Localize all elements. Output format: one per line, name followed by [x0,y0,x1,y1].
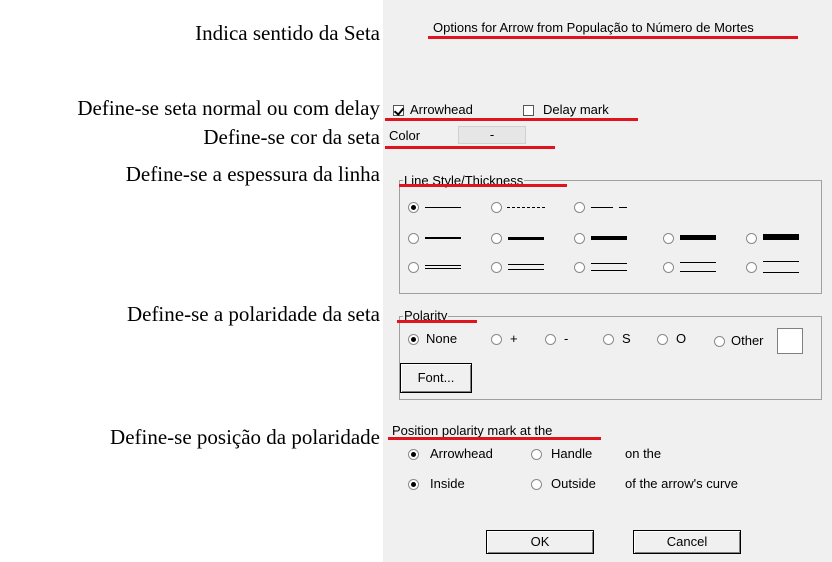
delay-mark-label: Delay mark [543,102,609,117]
font-button[interactable]: Font... [400,363,472,393]
cancel-button-label: Cancel [666,534,708,549]
line-style-dotted-radio[interactable] [491,202,502,213]
line-style-dashed-radio[interactable] [574,202,585,213]
polarity-other-label: Other [731,333,764,348]
annotation-polarity: Define-se a polaridade da seta [126,302,380,326]
line-sample-dotted [507,207,545,208]
line-sample-thick-4 [680,235,716,240]
line-sample-double-5b [763,272,799,273]
annotation-line-thickness: Define-se a espessura da linha [125,162,380,186]
font-button-label: Font... [417,370,455,385]
line-thickness-4-radio[interactable] [663,233,674,244]
cancel-button[interactable]: Cancel [633,530,741,554]
polarity-none-radio[interactable] [408,334,419,345]
title-highlight [428,36,798,39]
line-double-2-radio[interactable] [491,262,502,273]
ok-button[interactable]: OK [486,530,594,554]
polarity-s-label: S [622,331,631,346]
polarity-o-label: O [676,331,687,346]
line-sample-double-1b [425,268,461,269]
line-sample-double-4a [680,262,716,263]
position-highlight [388,437,601,440]
polarity-plus-label: + [510,331,518,346]
color-label: Color [389,128,421,143]
line-sample-double-5a [763,261,799,262]
position-arrowhead-label: Arrowhead [430,446,493,461]
line-double-1-radio[interactable] [408,262,419,273]
arrow-options-dialog: Options for Arrow from População to Núme… [383,0,832,562]
line-sample-double-4b [680,271,716,272]
annotation-arrow-color: Define-se cor da seta [203,125,380,149]
position-outside-radio[interactable] [531,479,542,490]
line-sample-double-3a [591,263,627,264]
line-sample-thick-5 [763,234,799,240]
line-thickness-3-radio[interactable] [574,233,585,244]
arrowhead-checkbox[interactable] [393,105,404,116]
position-legend: Position polarity mark at the [392,423,553,438]
position-arrowhead-radio[interactable] [408,449,419,460]
line-double-4-radio[interactable] [663,262,674,273]
color-picker[interactable]: - [458,126,526,144]
position-handle-label: Handle [551,446,593,461]
line-sample-double-3b [591,270,627,271]
polarity-other-input[interactable] [777,328,803,354]
polarity-o-radio[interactable] [657,334,668,345]
polarity-minus-label: - [564,331,569,346]
annotation-arrow-direction: Indica sentido da Seta [195,21,380,45]
polarity-plus-radio[interactable] [491,334,502,345]
line-sample-double-2a [508,264,544,265]
arrowhead-highlight [385,118,638,121]
line-sample-double-2b [508,269,544,270]
position-inside-radio[interactable] [408,479,419,490]
delay-mark-checkbox[interactable] [523,105,534,116]
arrowhead-label: Arrowhead [410,102,473,117]
position-on-the-text: on the [625,446,662,461]
color-highlight [385,146,555,149]
line-style-highlight [399,184,567,187]
line-sample-thick-1 [425,237,461,239]
line-sample-thick-2 [508,237,544,240]
line-thickness-1-radio[interactable] [408,233,419,244]
line-sample-double-1a [425,265,461,266]
line-sample-thick-3 [591,236,627,240]
ok-button-label: OK [530,534,550,549]
annotation-polarity-position: Define-se posição da polaridade [110,425,380,449]
annotation-normal-or-delay: Define-se seta normal ou com delay [77,96,380,120]
line-thickness-5-radio[interactable] [746,233,757,244]
position-inside-label: Inside [430,476,465,491]
position-outside-label: Outside [551,476,596,491]
color-value: - [489,127,495,142]
polarity-other-radio[interactable] [714,336,725,347]
polarity-highlight [397,320,477,323]
dialog-title: Options for Arrow from População to Núme… [433,20,754,35]
line-double-3-radio[interactable] [574,262,585,273]
line-style-thin-solid-radio[interactable] [408,202,419,213]
polarity-minus-radio[interactable] [545,334,556,345]
line-sample-dashed-b [619,207,627,208]
line-double-5-radio[interactable] [746,262,757,273]
line-sample-dashed-a [591,207,613,208]
position-curve-text: of the arrow's curve [625,476,739,491]
polarity-none-label: None [426,331,458,346]
polarity-s-radio[interactable] [603,334,614,345]
line-thickness-2-radio[interactable] [491,233,502,244]
line-sample-thin-solid [425,207,461,208]
position-handle-radio[interactable] [531,449,542,460]
